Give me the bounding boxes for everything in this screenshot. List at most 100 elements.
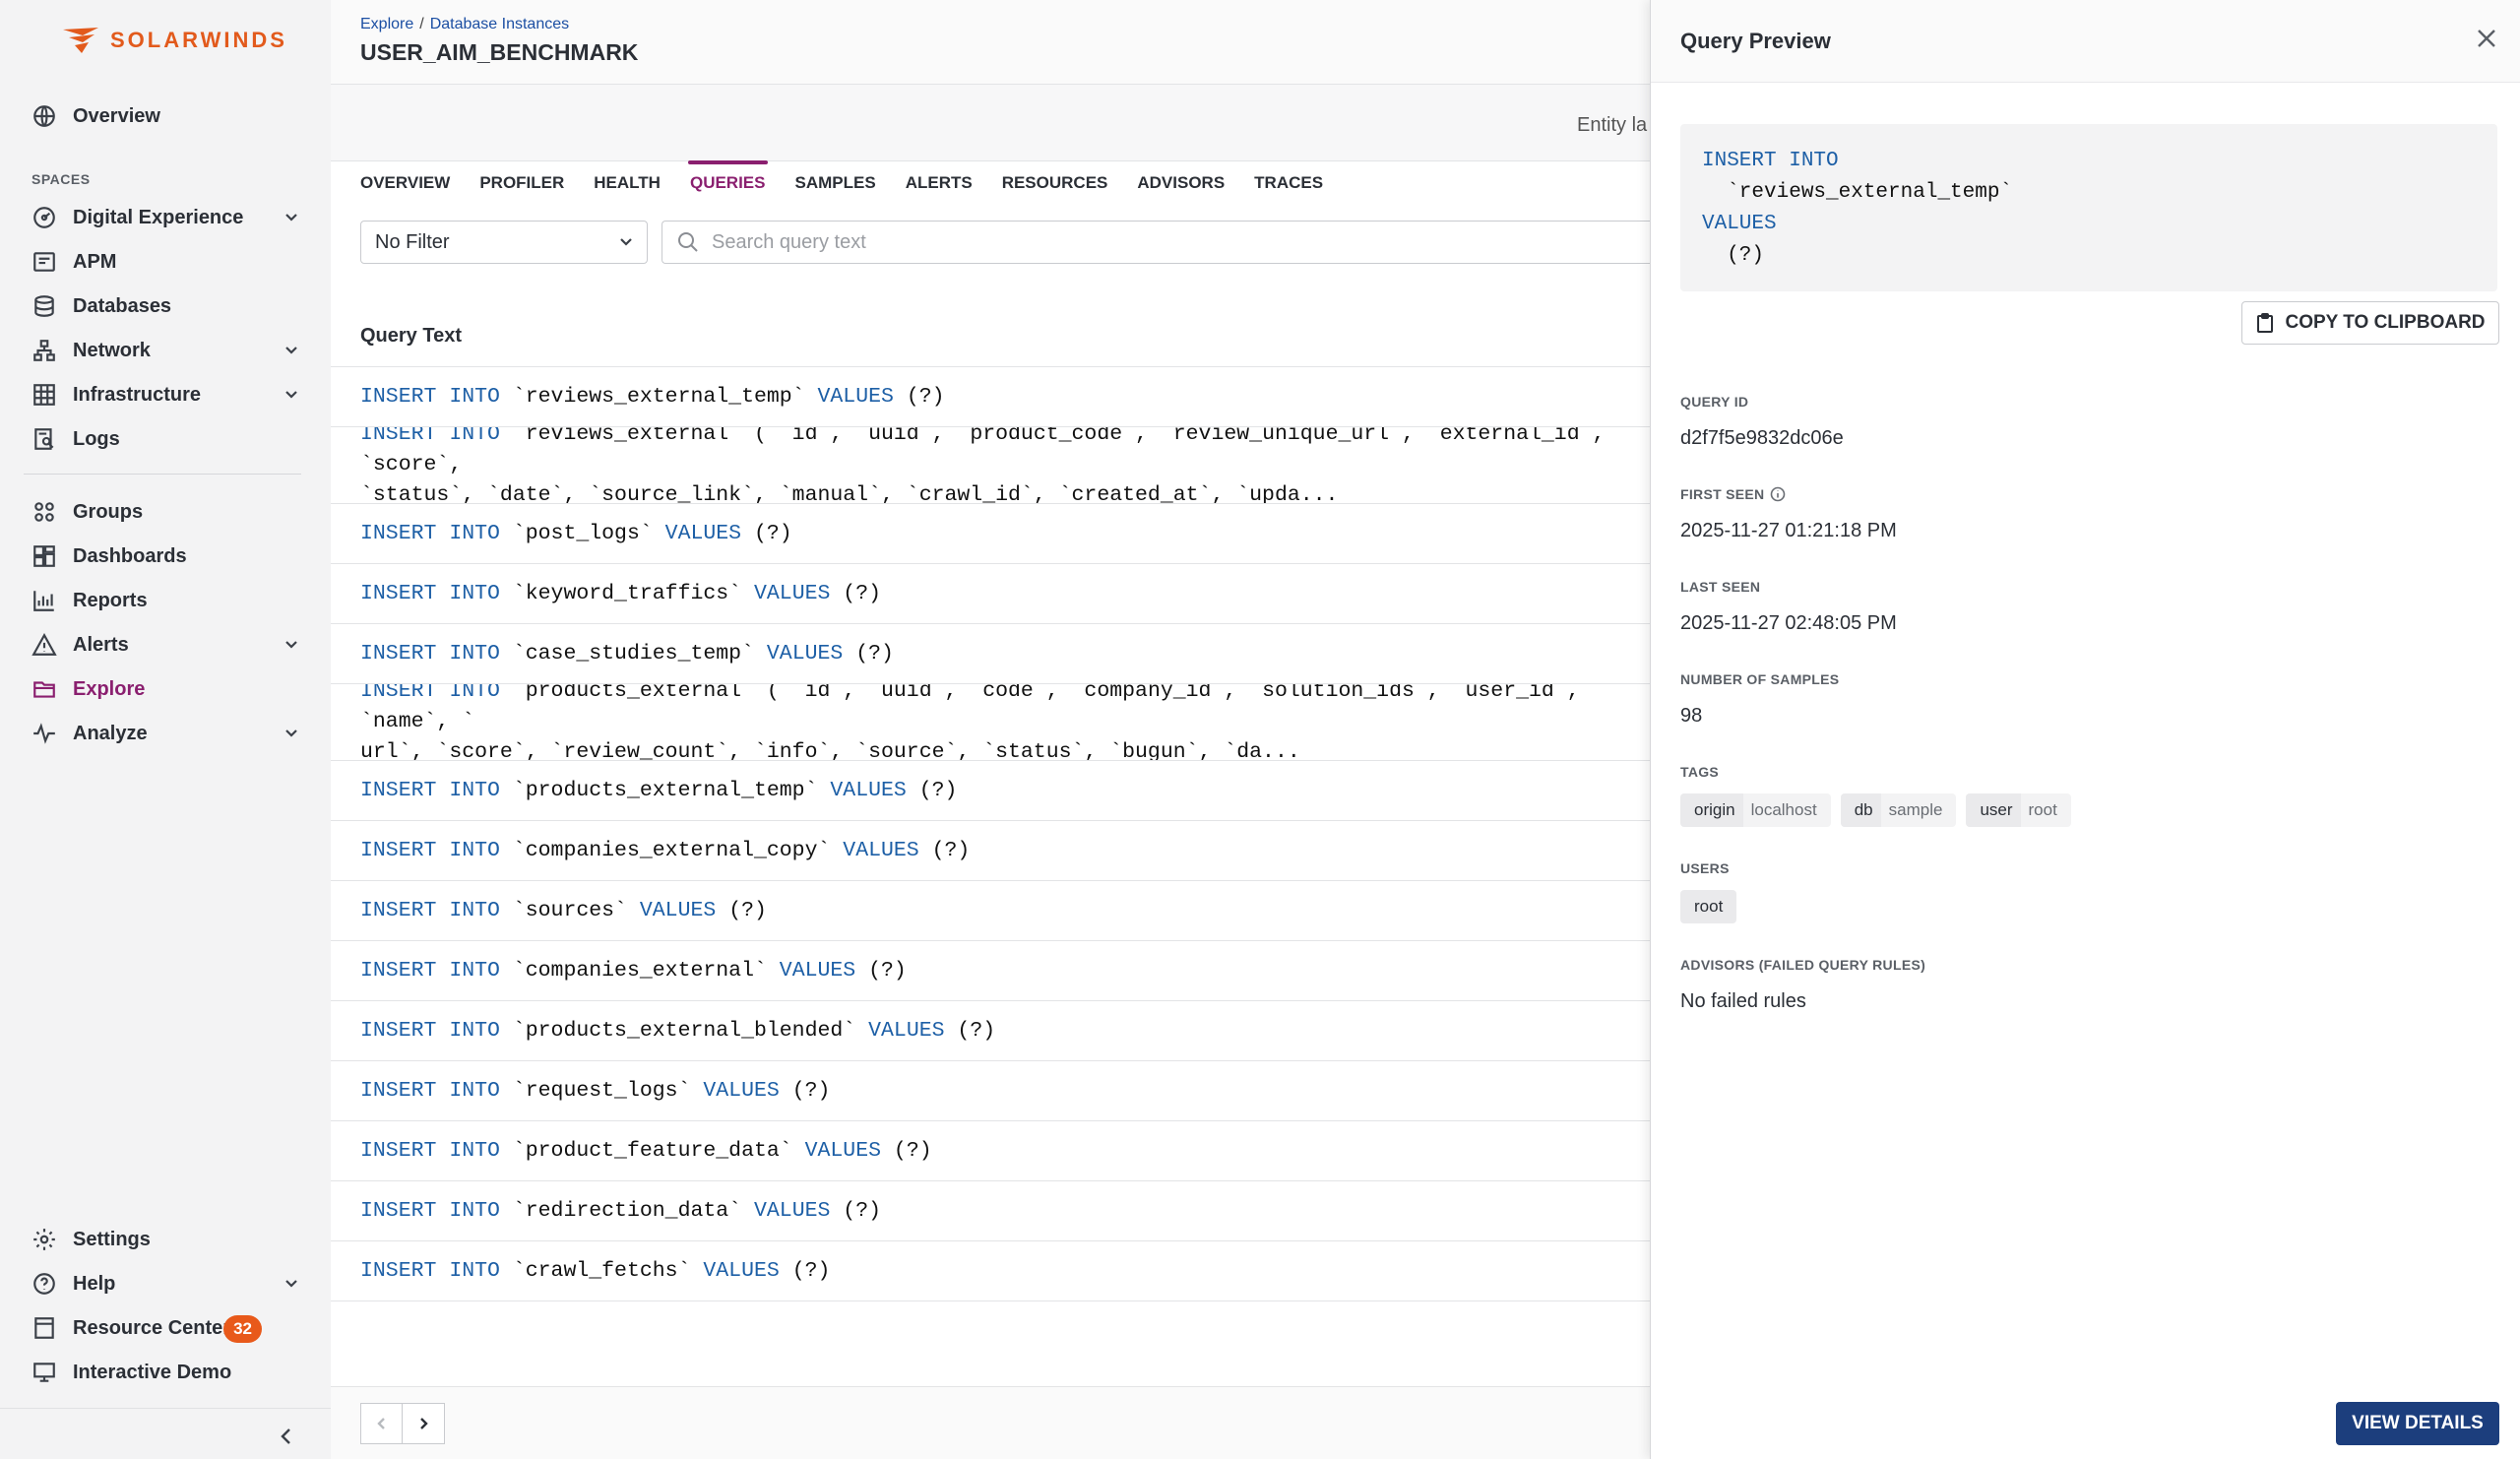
sidebar-item-network[interactable]: Network	[30, 331, 305, 370]
sidebar-item-logs[interactable]: Logs	[30, 419, 305, 459]
sql-body: `post_logs`	[499, 522, 665, 545]
chevron-down-icon[interactable]	[282, 724, 301, 743]
table-row[interactable]: INSERT INTO `redirection_data` VALUES (?…	[331, 1181, 1650, 1241]
sidebar-item-infrastructure[interactable]: Infrastructure	[30, 375, 305, 414]
solarwinds-logo-icon	[63, 28, 98, 53]
sidebar-item-alerts[interactable]: Alerts	[30, 625, 305, 665]
chevron-down-icon[interactable]	[282, 341, 301, 360]
table-row[interactable]: INSERT INTO `companies_external_copy` VA…	[331, 821, 1650, 881]
tab-alerts[interactable]: ALERTS	[906, 161, 973, 205]
close-preview-button[interactable]	[2474, 26, 2499, 51]
info-icon[interactable]	[1770, 486, 1786, 502]
sidebar-item-label: Analyze	[73, 722, 148, 744]
advisors-value: No failed rules	[1680, 990, 1806, 1012]
sidebar-item-label: Digital Experience	[73, 206, 244, 228]
sidebar-item-label: Logs	[73, 427, 120, 450]
tab-samples[interactable]: SAMPLES	[795, 161, 876, 205]
tab-health[interactable]: HEALTH	[594, 161, 661, 205]
sql-keyword: VALUES	[817, 385, 894, 409]
sql-params: (?)	[893, 385, 945, 409]
sidebar-item-resource-center[interactable]: Resource Center 32	[30, 1308, 305, 1348]
breadcrumb-database-instances[interactable]: Database Instances	[430, 16, 569, 32]
table-row[interactable]: INSERT INTO `companies_external` VALUES …	[331, 941, 1650, 1001]
sidebar-item-explore[interactable]: Explore	[30, 669, 305, 709]
tab-advisors[interactable]: ADVISORS	[1137, 161, 1225, 205]
monitor-icon	[30, 1359, 59, 1386]
collapse-sidebar-button[interactable]	[274, 1424, 299, 1449]
tab-profiler[interactable]: PROFILER	[479, 161, 564, 205]
sidebar-item-digital-experience[interactable]: Digital Experience	[30, 198, 305, 237]
sidebar-item-label: Reports	[73, 589, 148, 611]
solarwinds-logo[interactable]: SOLARWINDS	[61, 26, 287, 55]
sidebar-item-help[interactable]: Help	[30, 1264, 305, 1303]
copy-to-clipboard-button[interactable]: COPY TO CLIPBOARD	[2241, 301, 2499, 345]
previous-page-button[interactable]	[360, 1403, 403, 1444]
tab-overview[interactable]: OVERVIEW	[360, 161, 450, 205]
view-details-button[interactable]: VIEW DETAILS	[2336, 1402, 2499, 1445]
table-row[interactable]: INSERT INTO `product_feature_data` VALUE…	[331, 1121, 1650, 1181]
breadcrumb-explore[interactable]: Explore	[360, 16, 413, 32]
chevron-down-icon[interactable]	[282, 1274, 301, 1294]
brand-name: SOLARWINDS	[110, 28, 287, 52]
chevron-down-icon[interactable]	[282, 635, 301, 655]
table-row[interactable]: INSERT INTO `post_logs` VALUES (?)	[331, 504, 1650, 564]
sidebar-item-overview[interactable]: Overview	[30, 96, 305, 136]
last-seen-label: LAST SEEN	[1680, 579, 1761, 595]
sql-params: (?)	[855, 959, 907, 983]
sql-keyword: VALUES	[1702, 213, 1777, 235]
sql-params: (?)	[1702, 244, 1765, 267]
breadcrumb: Explore / Database Instances	[360, 16, 569, 33]
sql-keyword: VALUES	[843, 839, 919, 862]
tab-resources[interactable]: RESOURCES	[1002, 161, 1108, 205]
sidebar-item-label: Network	[73, 339, 151, 361]
sidebar-item-dashboards[interactable]: Dashboards	[30, 537, 305, 576]
sidebar-item-label: Alerts	[73, 633, 129, 656]
query-text: INSERT INTO `product_feature_data` VALUE…	[360, 1139, 932, 1163]
sidebar-item-apm[interactable]: APM	[30, 242, 305, 282]
sql-params: (?)	[918, 839, 971, 862]
sidebar-item-label: Dashboards	[73, 544, 187, 567]
tab-queries[interactable]: QUERIES	[687, 160, 768, 205]
tab-traces[interactable]: TRACES	[1254, 161, 1323, 205]
sidebar-item-label: Databases	[73, 294, 172, 317]
table-row[interactable]: INSERT INTO `crawl_fetchs` VALUES (?)	[331, 1241, 1650, 1301]
users-label: USERS	[1680, 860, 1730, 876]
table-row[interactable]: INSERT INTO `products_external` ( `id`, …	[331, 684, 1650, 761]
table-row[interactable]: INSERT INTO `reviews_external` ( `id`, `…	[331, 427, 1650, 504]
table-row[interactable]: INSERT INTO `request_logs` VALUES (?)	[331, 1061, 1650, 1121]
sidebar-item-settings[interactable]: Settings	[30, 1220, 305, 1259]
table-row[interactable]: INSERT INTO `products_external_temp` VAL…	[331, 761, 1650, 821]
sidebar-item-label: Settings	[73, 1228, 151, 1250]
breadcrumb-separator: /	[419, 16, 424, 32]
table-row[interactable]: INSERT INTO `case_studies_temp` VALUES (…	[331, 624, 1650, 684]
chevron-down-icon[interactable]	[282, 208, 301, 227]
tag-value: root	[2028, 800, 2057, 819]
clipboard-icon	[2257, 313, 2274, 333]
sidebar-item-reports[interactable]: Reports	[30, 581, 305, 620]
query-text-column-header[interactable]: Query Text	[360, 325, 462, 348]
table-row[interactable]: INSERT INTO `sources` VALUES (?)	[331, 881, 1650, 941]
search-box[interactable]	[662, 221, 1650, 264]
table-row[interactable]: INSERT INTO `keyword_traffics` VALUES (?…	[331, 564, 1650, 624]
sidebar-item-label: Groups	[73, 500, 144, 523]
sidebar-divider	[0, 1408, 331, 1409]
table-row[interactable]: INSERT INTO `products_external_blended` …	[331, 1001, 1650, 1061]
tag-key: user	[1966, 793, 2021, 827]
filter-select[interactable]: No Filter	[360, 221, 648, 264]
sidebar-item-groups[interactable]: Groups	[30, 492, 305, 532]
table-row[interactable]: INSERT INTO `reviews_external_temp` VALU…	[331, 367, 1650, 427]
search-input[interactable]	[712, 230, 1598, 254]
user-chip: root	[1680, 890, 1737, 923]
sidebar-item-label: Overview	[73, 104, 160, 127]
close-icon	[2478, 30, 2495, 47]
network-icon	[30, 337, 59, 364]
sidebar-item-databases[interactable]: Databases	[30, 286, 305, 326]
next-page-button[interactable]	[403, 1403, 445, 1444]
sidebar-divider	[24, 474, 301, 475]
pulse-icon	[30, 720, 59, 747]
sidebar-item-analyze[interactable]: Analyze	[30, 714, 305, 753]
sidebar-item-interactive-demo[interactable]: Interactive Demo	[30, 1353, 305, 1392]
chevron-down-icon[interactable]	[282, 385, 301, 405]
sql-keyword: INSERT INTO	[360, 1139, 500, 1163]
query-text: INSERT INTO `companies_external_copy` VA…	[360, 839, 970, 862]
